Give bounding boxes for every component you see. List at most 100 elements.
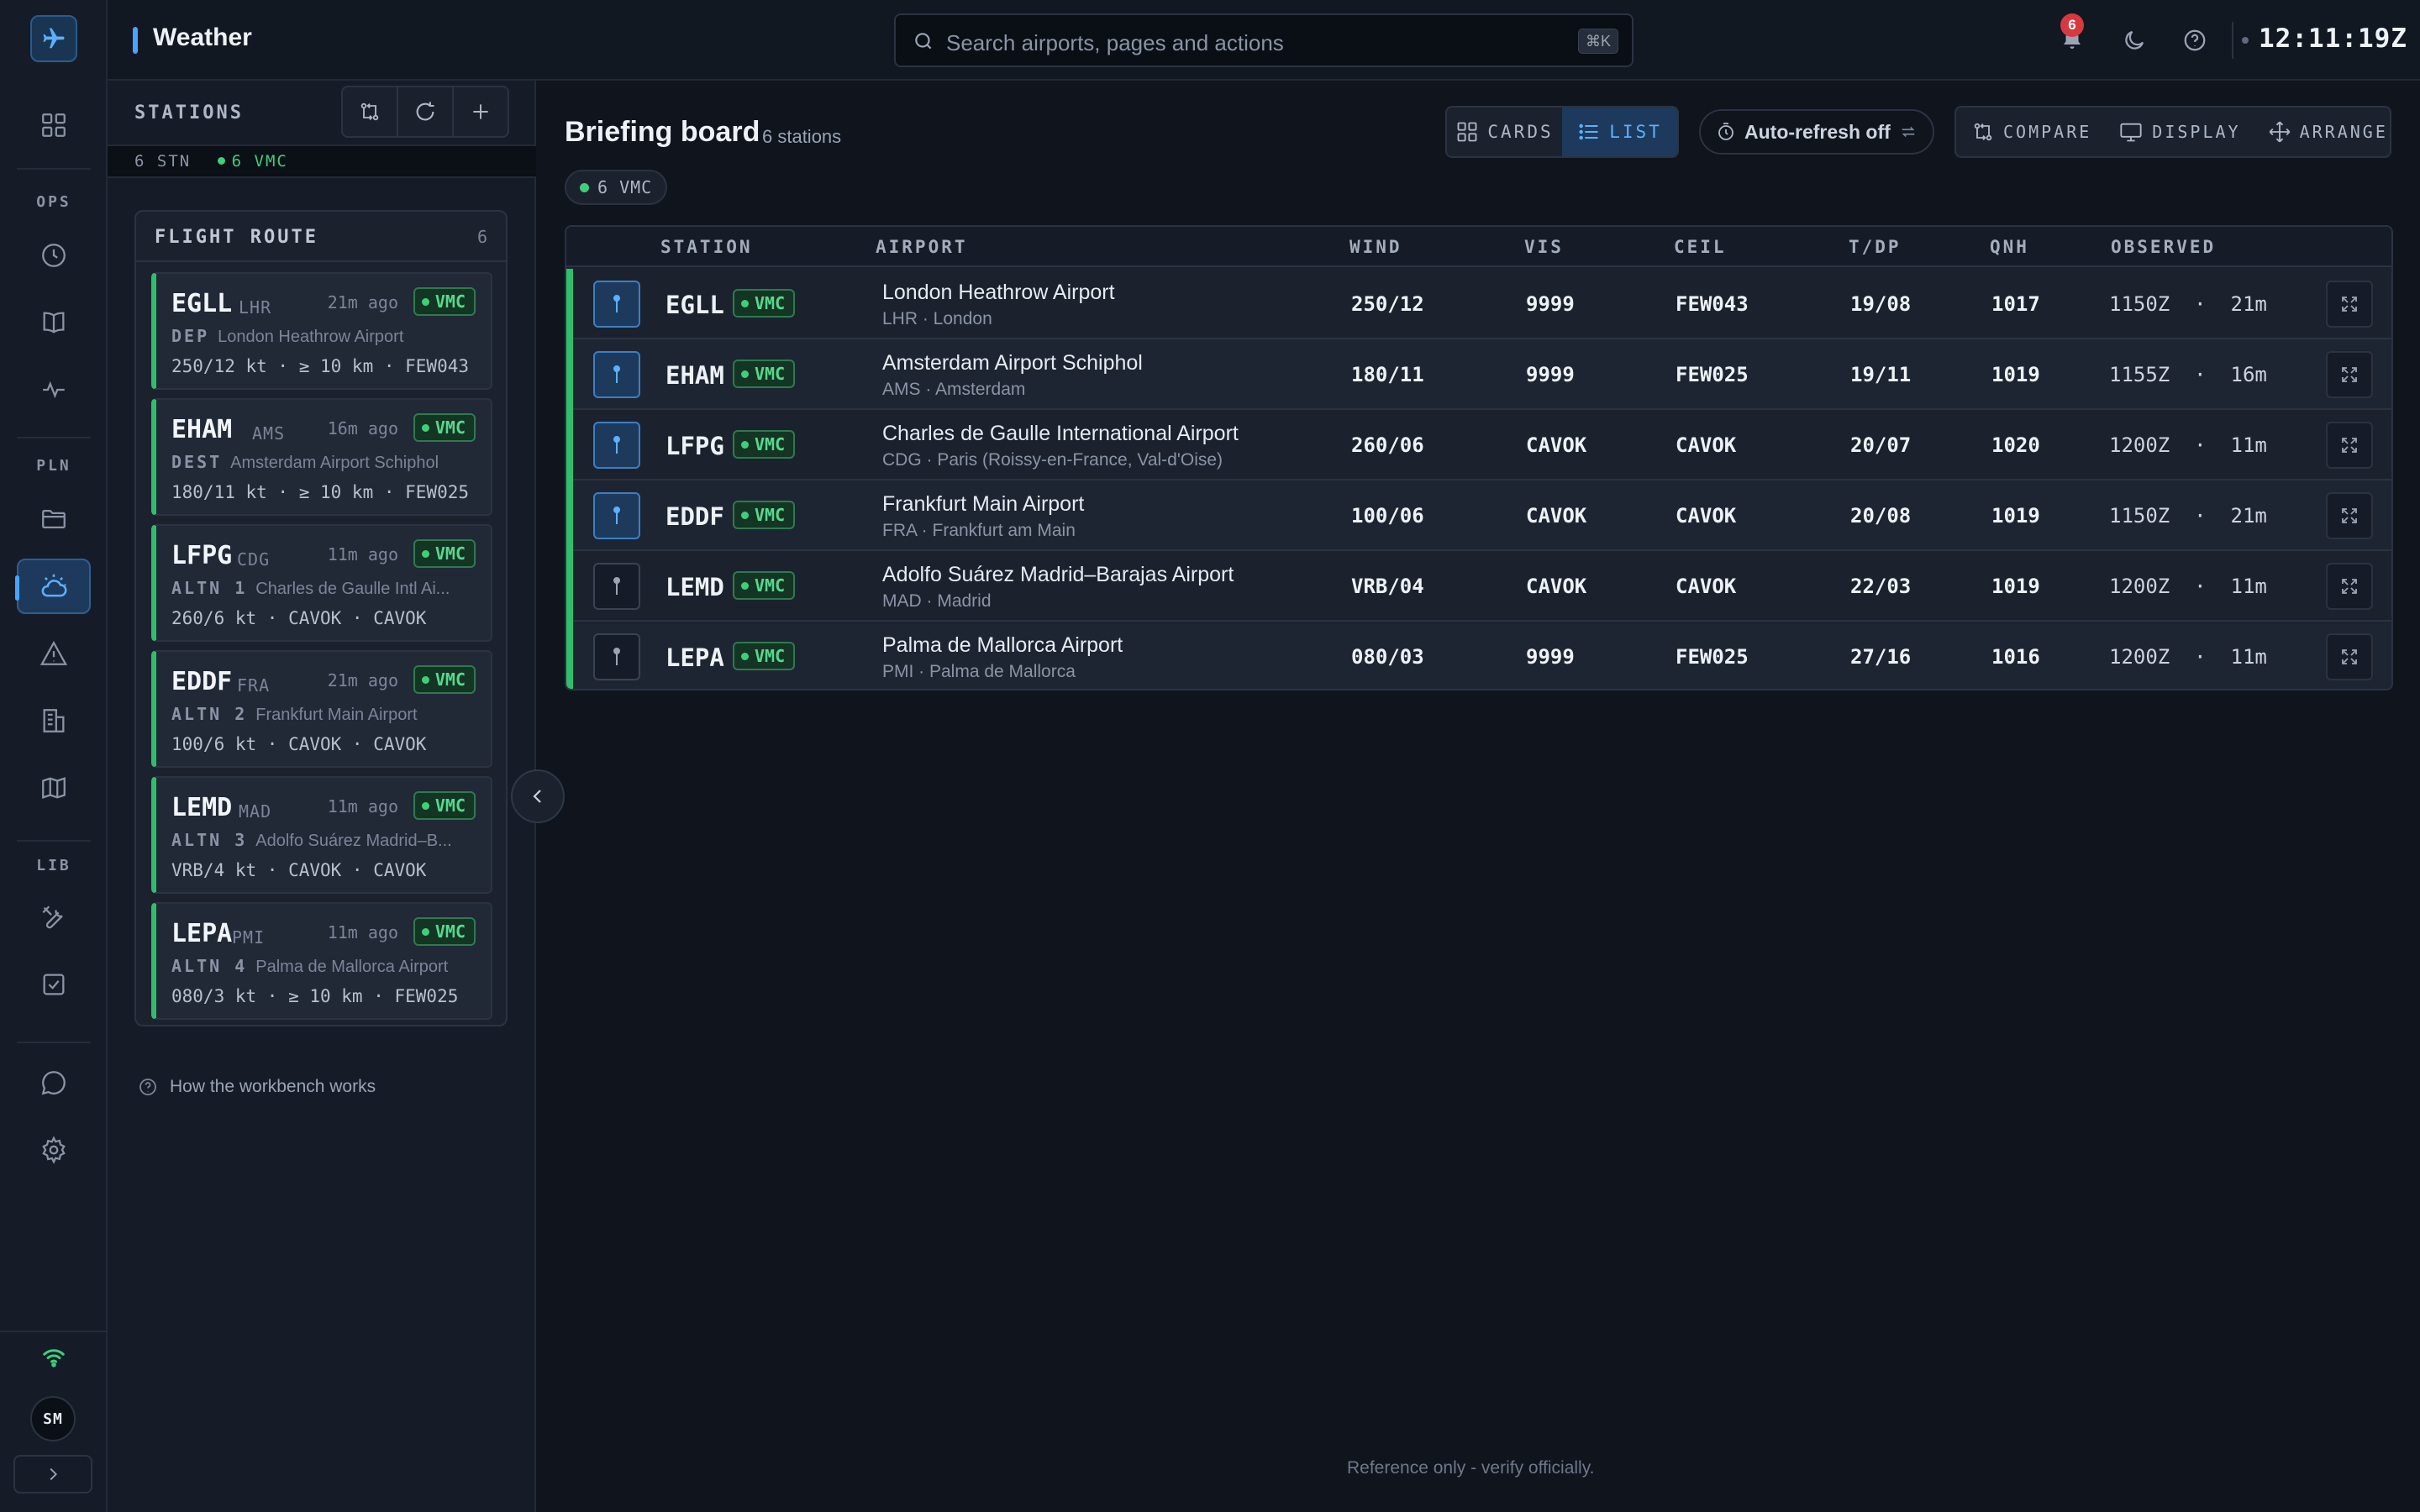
pin-toggle[interactable] [593, 563, 640, 610]
rail-item-files[interactable] [17, 491, 91, 547]
compare-button[interactable]: COMPARE [1971, 120, 2091, 144]
table-row[interactable]: LFPG VMC Charles de Gaulle International A… [566, 410, 2391, 480]
display-button[interactable]: DISPLAY [2118, 120, 2240, 144]
col-qnh[interactable]: QNH [1990, 237, 2029, 257]
help-link-label: How the workbench works [170, 1077, 376, 1096]
table-row[interactable]: EHAM VMC Amsterdam Airport Schiphol AMS · A… [566, 339, 2391, 410]
reorder-route-button[interactable] [343, 87, 398, 136]
collapse-panel-button[interactable] [511, 769, 565, 823]
help-circle-icon [139, 1079, 156, 1095]
rail-item-facilities[interactable] [17, 693, 91, 748]
auto-refresh-toggle[interactable]: Auto-refresh off [1699, 109, 1934, 155]
app-logo-icon[interactable] [30, 15, 77, 62]
expand-station-button[interactable] [2326, 422, 2373, 469]
expand-station-button[interactable] [2326, 633, 2373, 680]
table-row[interactable]: EGLL VMC London Heathrow Airport LHR · Lond… [566, 269, 2391, 339]
route-card-weather: 260/6 kt · CAVOK · CAVOK [171, 608, 427, 628]
compare-label: COMPARE [2003, 122, 2092, 142]
board-tools: COMPARE DISPLAY ARRANGE [1954, 106, 2391, 158]
route-card-icao: LEPA [171, 919, 233, 948]
route-card-weather: 080/3 kt · ≥ 10 km · FEW025 [171, 986, 459, 1006]
rail-item-dashboard[interactable] [17, 97, 91, 153]
rail-item-notams[interactable] [17, 626, 91, 681]
rail-item-maps[interactable] [17, 760, 91, 816]
rail-item-settings[interactable] [17, 1122, 91, 1178]
rail-item-checklists[interactable] [17, 957, 91, 1012]
expand-icon [2342, 579, 2357, 594]
expand-station-button[interactable] [2326, 563, 2373, 610]
flight-category-badge: VMC [413, 413, 476, 442]
pin-toggle[interactable] [593, 492, 640, 539]
col-wind[interactable]: WIND [1349, 237, 1402, 257]
observed-time: 1200Z · 11m [2109, 575, 2267, 598]
airport-location: PMI · Palma de Mallorca [882, 662, 1076, 681]
expand-station-button[interactable] [2326, 492, 2373, 539]
route-card-age: 21m ago [327, 670, 398, 690]
pulse-icon [43, 381, 65, 399]
flight-category-badge: VMC [733, 430, 796, 459]
flight-category-label: VMC [755, 575, 786, 596]
pin-toggle[interactable] [593, 351, 640, 398]
col-station[interactable]: STATION [660, 237, 753, 257]
flight-category-label: VMC [434, 417, 466, 438]
top-header: Weather Search airports, pages and actio… [108, 0, 2420, 81]
timer-icon [1718, 123, 1733, 140]
rail-section-ops: OPS [36, 193, 71, 211]
route-card-icao: EHAM [171, 415, 233, 444]
table-row[interactable]: LEPA VMC Palma de Mallorca Airport PMI · Pa… [566, 622, 2391, 689]
book-icon [43, 312, 65, 333]
view-list-button[interactable]: LIST [1562, 108, 1677, 156]
arrange-button[interactable]: ARRANGE [2268, 120, 2388, 144]
table-row[interactable]: EDDF VMC Frankfurt Main Airport FRA · Frank… [566, 480, 2391, 551]
route-card[interactable]: EGLL LHR 21m ago VMC DEP London Heathrow Airp… [151, 272, 492, 390]
refresh-button[interactable] [398, 87, 454, 136]
add-station-button[interactable] [454, 87, 508, 136]
pin-toggle[interactable] [593, 633, 640, 680]
map-icon [42, 777, 66, 799]
user-avatar[interactable]: SM [30, 1396, 76, 1441]
temp-dewpoint-value: 20/07 [1850, 433, 1912, 457]
route-card-role: ALTN 2 [171, 704, 248, 724]
qnh-value: 1016 [1991, 645, 2040, 669]
help-button[interactable] [2176, 22, 2213, 59]
rail-item-history[interactable] [17, 228, 91, 283]
theme-toggle[interactable] [2116, 22, 2153, 59]
route-card-age: 11m ago [327, 544, 398, 564]
pin-toggle[interactable] [593, 281, 640, 328]
board-title: Briefing board [565, 116, 760, 148]
rail-item-weather[interactable] [15, 559, 91, 614]
station-icao: EDDF [666, 502, 724, 531]
wind-value: 080/03 [1351, 645, 1424, 669]
workbench-help-link[interactable]: How the workbench works [138, 1077, 376, 1097]
col-tdp[interactable]: T/DP [1849, 237, 1902, 257]
rail-item-activity[interactable] [17, 362, 91, 417]
route-card[interactable]: EDDF FRA 21m ago VMC ALTN 2 Frankfurt Main Ai… [151, 650, 492, 768]
rail-item-chat[interactable] [17, 1055, 91, 1110]
col-airport[interactable]: AIRPORT [876, 237, 968, 257]
checklist-icon [43, 974, 65, 995]
observed-time: 1200Z · 11m [2109, 433, 2267, 457]
route-card[interactable]: LEMD MAD 11m ago VMC ALTN 3 Adolfo Suárez Mad… [151, 776, 492, 894]
col-vis[interactable]: VIS [1524, 237, 1564, 257]
expand-icon [2342, 297, 2357, 312]
vmc-filter-chip[interactable]: 6 VMC [565, 170, 668, 205]
visibility-value: CAVOK [1526, 433, 1587, 457]
table-row[interactable]: LEMD VMC Adolfo Suárez Madrid–Barajas Airp… [566, 551, 2391, 622]
rail-item-docs[interactable] [17, 295, 91, 350]
route-card[interactable]: LEPA PMI 11m ago VMC ALTN 4 Palma de Mallorca… [151, 902, 492, 1020]
expand-station-button[interactable] [2326, 351, 2373, 398]
route-card[interactable]: LFPG CDG 11m ago VMC ALTN 1 Charles de Gaulle… [151, 524, 492, 642]
expand-station-button[interactable] [2326, 281, 2373, 328]
search-input[interactable]: Search airports, pages and actions ⌘K [894, 13, 1634, 67]
pin-toggle[interactable] [593, 422, 640, 469]
route-card[interactable]: EHAM AMS 16m ago VMC DEST Amsterdam Airport S… [151, 398, 492, 516]
chat-icon [41, 1071, 66, 1095]
route-card-iata: PMI [232, 927, 266, 948]
col-ceil[interactable]: CEIL [1674, 237, 1727, 257]
ceiling-value: FEW043 [1676, 292, 1749, 316]
rail-item-tools[interactable] [17, 890, 91, 945]
display-label: DISPLAY [2152, 122, 2241, 142]
expand-rail-button[interactable] [13, 1455, 92, 1494]
view-cards-button[interactable]: CARDS [1447, 108, 1562, 156]
col-observed[interactable]: OBSERVED [2111, 237, 2216, 257]
